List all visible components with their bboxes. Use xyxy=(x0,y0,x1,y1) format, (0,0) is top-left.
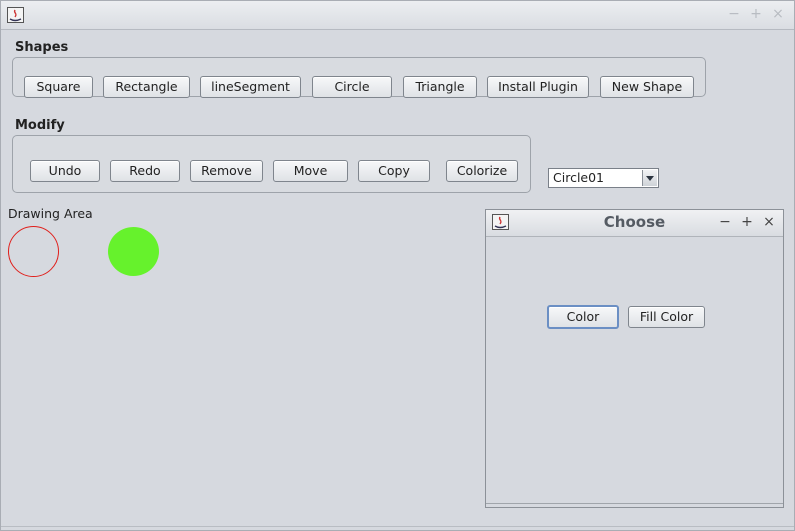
line-segment-button[interactable]: lineSegment xyxy=(200,76,301,98)
window-controls: − + × xyxy=(726,6,786,22)
maximize-icon[interactable]: + xyxy=(739,214,755,230)
color-button[interactable]: Color xyxy=(547,305,619,329)
outlined-red-circle[interactable] xyxy=(8,226,59,277)
colorize-button[interactable]: Colorize xyxy=(446,160,518,182)
circle-button[interactable]: Circle xyxy=(312,76,392,98)
main-window: − + × Shapes Square Rectangle lineSegmen… xyxy=(0,0,795,531)
move-button[interactable]: Move xyxy=(273,160,348,182)
fill-color-button[interactable]: Fill Color xyxy=(628,306,705,328)
dialog-bottom-border xyxy=(486,503,783,507)
filled-green-circle[interactable] xyxy=(108,227,159,276)
shapes-section-label: Shapes xyxy=(15,40,69,55)
remove-button[interactable]: Remove xyxy=(190,160,263,182)
square-button[interactable]: Square xyxy=(24,76,93,98)
shape-selector-dropdown[interactable]: Circle01 xyxy=(548,168,659,188)
modify-section-label: Modify xyxy=(15,118,65,133)
shape-selector-value: Circle01 xyxy=(553,170,605,185)
undo-button[interactable]: Undo xyxy=(30,160,100,182)
dialog-title-bar[interactable]: Choose − + × xyxy=(486,210,783,237)
minimize-icon[interactable]: − xyxy=(717,214,733,230)
minimize-icon[interactable]: − xyxy=(726,6,742,22)
install-plugin-button[interactable]: Install Plugin xyxy=(487,76,589,98)
triangle-button[interactable]: Triangle xyxy=(403,76,477,98)
redo-button[interactable]: Redo xyxy=(110,160,180,182)
maximize-icon[interactable]: + xyxy=(748,6,764,22)
java-app-icon xyxy=(7,7,24,23)
window-bottom-edge xyxy=(1,526,794,527)
drawing-area-label: Drawing Area xyxy=(8,206,93,221)
new-shape-button[interactable]: New Shape xyxy=(600,76,694,98)
rectangle-button[interactable]: Rectangle xyxy=(103,76,190,98)
dialog-controls: − + × xyxy=(717,214,777,230)
copy-button[interactable]: Copy xyxy=(358,160,430,182)
close-icon[interactable]: × xyxy=(761,214,777,230)
close-icon[interactable]: × xyxy=(770,6,786,22)
title-bar[interactable]: − + × xyxy=(1,1,794,30)
choose-dialog: Choose − + × Color Fill Color xyxy=(485,209,784,508)
chevron-down-icon[interactable] xyxy=(642,170,657,186)
